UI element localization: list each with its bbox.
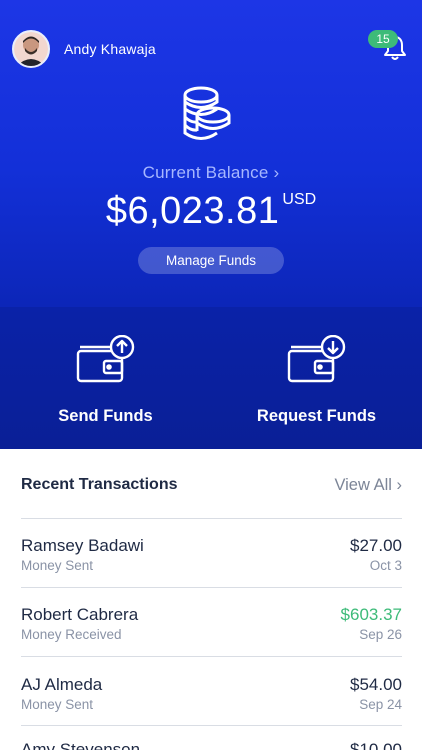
divider bbox=[21, 725, 402, 726]
user-avatar[interactable] bbox=[12, 30, 50, 68]
balance-amount: $6,023.81 bbox=[105, 190, 280, 232]
notification-badge[interactable]: 15 bbox=[368, 30, 398, 48]
request-funds-button[interactable]: Request Funds bbox=[211, 307, 422, 449]
transaction-type: Money Received bbox=[21, 627, 122, 642]
transaction-amount: $54.00 bbox=[350, 675, 402, 694]
user-name[interactable]: Andy Khawaja bbox=[64, 41, 156, 57]
request-funds-label: Request Funds bbox=[256, 407, 377, 425]
send-funds-button[interactable]: Send Funds bbox=[0, 307, 211, 449]
coins-icon bbox=[177, 85, 237, 147]
transaction-date: Sep 26 bbox=[359, 627, 402, 642]
divider bbox=[21, 656, 402, 657]
balance-currency: USD bbox=[282, 191, 317, 208]
transaction-row[interactable]: Robert Cabrera Money Received $603.37 Se… bbox=[21, 605, 402, 655]
transaction-amount: $603.37 bbox=[340, 605, 402, 624]
send-funds-label: Send Funds bbox=[58, 407, 153, 425]
transaction-amount: $10.00 bbox=[350, 740, 402, 750]
transactions-header: Recent Transactions View All › bbox=[21, 476, 402, 496]
transaction-type: Money Sent bbox=[21, 558, 94, 573]
transaction-name: Ramsey Badawi bbox=[21, 536, 144, 555]
transaction-amount: $27.00 bbox=[350, 536, 402, 555]
transaction-name: AJ Almeda bbox=[21, 675, 103, 694]
transaction-name: Amy Stevenson bbox=[21, 740, 141, 750]
transaction-row[interactable]: Ramsey Badawi Money Sent $27.00 Oct 3 bbox=[21, 536, 402, 586]
manage-funds-button[interactable]: Manage Funds bbox=[138, 247, 284, 274]
divider bbox=[21, 518, 402, 519]
transaction-row[interactable]: AJ Almeda Money Sent $54.00 Sep 24 bbox=[21, 675, 402, 725]
transaction-name: Robert Cabrera bbox=[21, 605, 139, 624]
transactions-title: Recent Transactions bbox=[21, 476, 178, 493]
transaction-date: Oct 3 bbox=[369, 558, 402, 573]
wallet-download-icon bbox=[287, 334, 347, 385]
transaction-type: Money Sent bbox=[21, 697, 94, 712]
divider bbox=[21, 587, 402, 588]
balance-display: $6,023.81 USD bbox=[0, 190, 422, 233]
current-balance-label[interactable]: Current Balance › bbox=[0, 163, 422, 183]
view-all-link[interactable]: View All › bbox=[334, 476, 402, 495]
wallet-upload-icon bbox=[76, 334, 136, 385]
transaction-date: Sep 24 bbox=[359, 697, 402, 712]
transaction-row[interactable]: Amy Stevenson $10.00 bbox=[21, 740, 402, 750]
avatar-image bbox=[14, 32, 48, 66]
